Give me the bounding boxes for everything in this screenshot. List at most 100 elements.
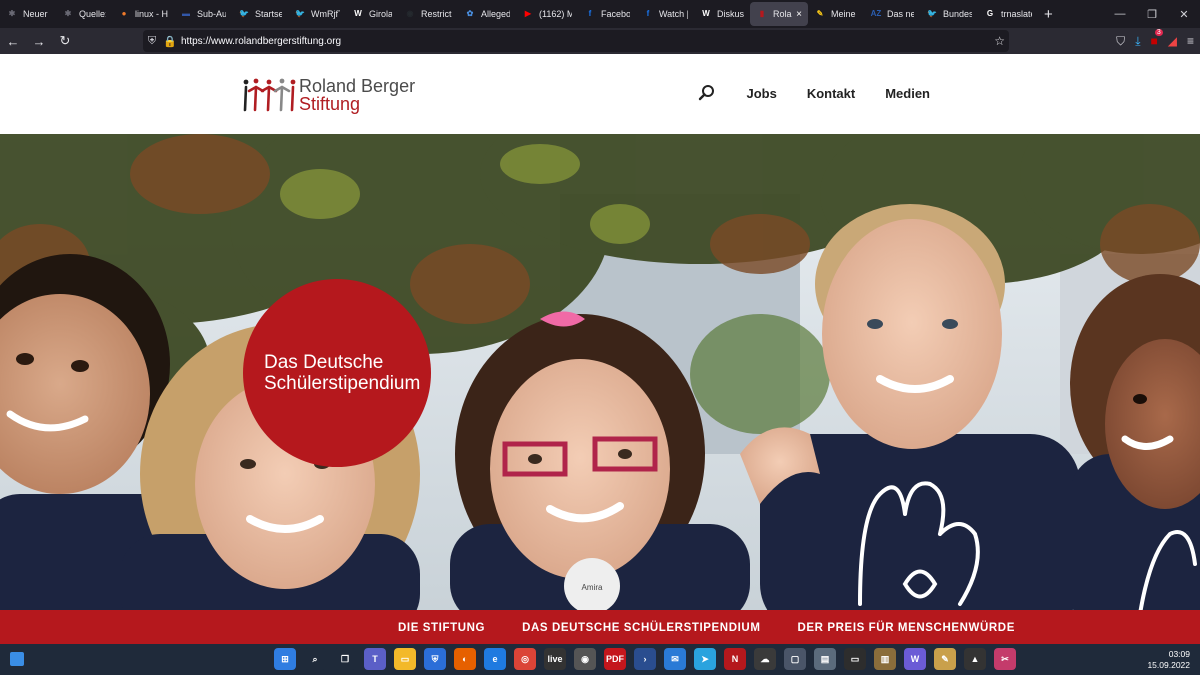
- tab-favicon-icon: 🐦: [239, 9, 249, 18]
- taskbar-wetter-icon[interactable]: ☁: [754, 648, 776, 670]
- taskbar-camera-icon[interactable]: ◉: [574, 648, 596, 670]
- nav-preis-menschenwuerde[interactable]: DER PREIS FÜR MENSCHENWÜRDE: [798, 622, 1015, 634]
- tab-label: Diskussion: [717, 9, 744, 19]
- taskbar-chrome-icon[interactable]: ◎: [514, 648, 536, 670]
- tab-label: trnaslate: [1001, 9, 1032, 19]
- close-tab-icon[interactable]: ×: [796, 9, 802, 20]
- hero-photo: Amira: [0, 134, 1200, 610]
- extension-icon[interactable]: ■ 3: [1151, 29, 1163, 48]
- browser-tab[interactable]: ✎ Meine Se: [808, 0, 864, 28]
- browser-tab[interactable]: AZ Das neue: [864, 0, 920, 28]
- taskbar-books-icon[interactable]: ▥: [874, 648, 896, 670]
- widgets-icon[interactable]: [10, 652, 24, 666]
- download-icon[interactable]: ⤓: [1135, 34, 1140, 49]
- taskbar-start-icon[interactable]: ⊞: [274, 648, 296, 670]
- browser-tab[interactable]: ✱ Quelle: h: [56, 0, 112, 28]
- taskbar-task-view-icon[interactable]: ❐: [334, 648, 356, 670]
- taskbar-clock[interactable]: 03:09 15.09.2022: [1147, 649, 1190, 671]
- tab-label: Neuer Tb: [23, 9, 50, 19]
- tab-label: Facebook: [601, 9, 630, 19]
- taskbar-inkscape-icon[interactable]: ▲: [964, 648, 986, 670]
- logo-title: Roland Berger: [299, 76, 416, 96]
- taskbar-window-icon[interactable]: ▢: [784, 648, 806, 670]
- maximize-button[interactable]: ❐: [1136, 8, 1168, 21]
- browser-tab[interactable]: ▮ Roland ×: [750, 2, 808, 26]
- tab-favicon-icon: W: [354, 9, 362, 18]
- back-button[interactable]: ←: [0, 34, 26, 49]
- new-tab-button[interactable]: +: [1038, 6, 1059, 23]
- browser-tab[interactable]: W Diskussion: [694, 0, 750, 28]
- browser-tab[interactable]: ✿ Allegedly: [458, 0, 516, 28]
- taskbar-defender-icon[interactable]: ⛨: [424, 648, 446, 670]
- taskbar-w-app-icon[interactable]: W: [904, 648, 926, 670]
- nav-schuelerstipendium[interactable]: DAS DEUTSCHE SCHÜLERSTIPENDIUM: [522, 622, 760, 634]
- site-header: Roland Berger Stiftung Jobs Kontakt Medi…: [0, 54, 1200, 134]
- browser-tab[interactable]: ◉ Restrict U: [398, 0, 458, 28]
- taskbar-firefox-icon[interactable]: ◐: [454, 648, 476, 670]
- taskbar-mail-icon[interactable]: ✉: [664, 648, 686, 670]
- browser-nav-bar: ← → ↻ ⛨ 🔒 https://www.rolandbergerstiftu…: [0, 28, 1200, 54]
- taskbar-brush-icon[interactable]: ✎: [934, 648, 956, 670]
- browser-tab[interactable]: W Girolamo: [346, 0, 398, 28]
- clock-date: 15.09.2022: [1147, 660, 1190, 670]
- nav-jobs[interactable]: Jobs: [746, 86, 776, 101]
- logo-figures-icon: [243, 78, 296, 112]
- url-text[interactable]: https://www.rolandbergerstiftung.org: [181, 36, 341, 47]
- nav-kontakt[interactable]: Kontakt: [807, 86, 855, 101]
- taskbar-explorer-icon[interactable]: ▭: [394, 648, 416, 670]
- tab-favicon-icon: ▶: [524, 9, 532, 18]
- lock-icon[interactable]: 🔒: [161, 35, 179, 48]
- nav-die-stiftung[interactable]: DIE STIFTUNG: [398, 622, 485, 634]
- bookmark-star-icon[interactable]: ☆: [994, 34, 1005, 48]
- browser-tab[interactable]: ▬ Sub-Audi: [174, 0, 232, 28]
- hero-badge[interactable]: Das Deutsche Schülerstipendium: [243, 279, 431, 467]
- logo-subtitle: Stiftung: [299, 94, 361, 114]
- tab-favicon-icon: ▬: [182, 9, 190, 18]
- taskbar-news-icon[interactable]: N: [724, 648, 746, 670]
- taskbar-apps: ⊞ ⌕ ❐ T ▭ ⛨ ◐ e ◎ live ◉ PDF › ✉ ➤ N ☁ ▢ ▤ ▭ ▥ W ✎ ▲ ✂: [274, 648, 1016, 670]
- tab-label: Quelle: h: [79, 9, 106, 19]
- browser-tab[interactable]: ● linux - He: [112, 0, 174, 28]
- taskbar-app-icon[interactable]: ▤: [814, 648, 836, 670]
- minimize-button[interactable]: —: [1104, 8, 1136, 20]
- taskbar-telegram-icon[interactable]: ➤: [694, 648, 716, 670]
- taskbar-powershell-icon[interactable]: ›: [634, 648, 656, 670]
- browser-tab[interactable]: Gtrnaslate: [978, 0, 1038, 28]
- tab-label: Roland: [773, 9, 792, 19]
- browser-tab[interactable]: 🐦 Startseite: [232, 0, 288, 28]
- tab-favicon-icon: W: [702, 9, 710, 18]
- taskbar-live-icon[interactable]: live: [544, 648, 566, 670]
- taskbar-search-icon[interactable]: ⌕: [304, 648, 326, 670]
- clock-time: 03:09: [1168, 649, 1190, 659]
- menu-icon[interactable]: ≡: [1187, 34, 1194, 48]
- extension-2-icon[interactable]: ◢: [1168, 34, 1177, 48]
- tab-favicon-icon: ✱: [64, 9, 72, 18]
- browser-tab[interactable]: ✱ Neuer Tb: [0, 0, 56, 28]
- taskbar-snip-icon[interactable]: ✂: [994, 648, 1016, 670]
- browser-tab[interactable]: 🐦 Bundesp: [920, 0, 978, 28]
- tab-favicon-icon: 🐦: [295, 9, 305, 18]
- shield-icon[interactable]: ⛨: [143, 35, 161, 48]
- search-icon[interactable]: [698, 84, 716, 102]
- browser-tab[interactable]: ▶ (1162) Mi: [516, 0, 578, 28]
- browser-tab[interactable]: f Watch | F: [636, 0, 694, 28]
- reload-button[interactable]: ↻: [52, 33, 78, 49]
- forward-button[interactable]: →: [26, 34, 52, 49]
- taskbar-edge-icon[interactable]: e: [484, 648, 506, 670]
- nav-medien[interactable]: Medien: [885, 86, 930, 101]
- close-window-button[interactable]: ✕: [1168, 8, 1200, 21]
- tab-favicon-icon: ▮: [759, 9, 765, 18]
- taskbar-pdf-icon[interactable]: PDF: [604, 648, 626, 670]
- tab-label: Allegedly: [481, 9, 510, 19]
- tab-label: Bundesp: [943, 9, 972, 19]
- pocket-icon[interactable]: ⛉: [1116, 34, 1125, 49]
- browser-toolbar: ⛉ ⤓ ■ 3 ◢ ≡: [1116, 28, 1194, 54]
- tab-favicon-icon: ✱: [8, 9, 16, 18]
- taskbar-terminal-icon[interactable]: ▭: [844, 648, 866, 670]
- site-logo[interactable]: Roland Berger Stiftung: [241, 75, 415, 115]
- tab-favicon-icon: G: [986, 9, 994, 18]
- browser-tab[interactable]: 🐦 WmRjfTt: [288, 0, 346, 28]
- url-bar[interactable]: ⛨ 🔒 https://www.rolandbergerstiftung.org…: [143, 30, 1009, 52]
- taskbar-teams-icon[interactable]: T: [364, 648, 386, 670]
- browser-tab[interactable]: f Facebook: [578, 0, 636, 28]
